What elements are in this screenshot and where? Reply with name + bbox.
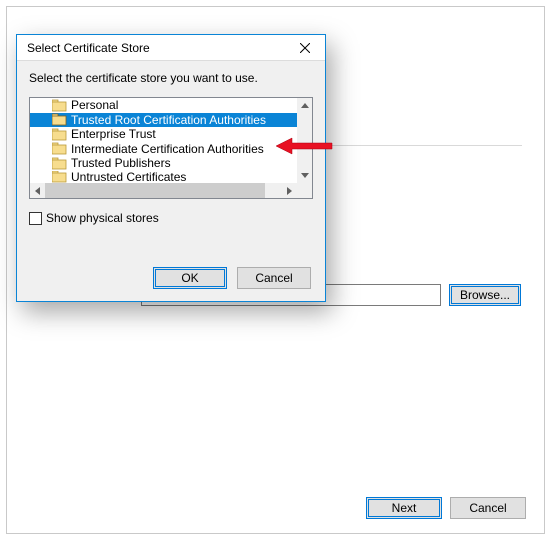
wizard-footer: Next Cancel bbox=[366, 497, 526, 519]
wizard-cancel-button[interactable]: Cancel bbox=[450, 497, 526, 519]
tree-item-label: Personal bbox=[71, 98, 118, 112]
folder-icon bbox=[52, 113, 67, 126]
ok-button[interactable]: OK bbox=[153, 267, 227, 289]
tree-items: Personal Trusted Root Certification Auth… bbox=[30, 98, 297, 183]
checkbox-icon bbox=[29, 212, 42, 225]
select-certificate-store-dialog: Select Certificate Store Select the cert… bbox=[16, 34, 326, 302]
next-button[interactable]: Next bbox=[366, 497, 442, 519]
dialog-body: Select the certificate store you want to… bbox=[17, 61, 325, 301]
show-physical-stores-checkbox[interactable]: Show physical stores bbox=[29, 211, 313, 225]
checkbox-label: Show physical stores bbox=[46, 211, 159, 225]
dialog-titlebar: Select Certificate Store bbox=[17, 35, 325, 61]
chevron-right-icon[interactable] bbox=[282, 183, 297, 198]
horizontal-scrollbar[interactable] bbox=[30, 183, 297, 198]
tree-item-label: Trusted Root Certification Authorities bbox=[71, 113, 266, 127]
scrollbar-corner bbox=[297, 183, 312, 198]
folder-icon bbox=[52, 142, 67, 155]
dialog-cancel-button[interactable]: Cancel bbox=[237, 267, 311, 289]
folder-icon bbox=[52, 99, 67, 112]
close-icon bbox=[300, 43, 310, 53]
tree-item-trusted-root[interactable]: Trusted Root Certification Authorities bbox=[30, 113, 297, 128]
scrollbar-thumb[interactable] bbox=[45, 183, 265, 198]
close-button[interactable] bbox=[291, 38, 319, 58]
tree-item-untrusted[interactable]: Untrusted Certificates bbox=[30, 171, 297, 183]
chevron-up-icon[interactable] bbox=[297, 98, 312, 113]
chevron-down-icon[interactable] bbox=[297, 168, 312, 183]
folder-icon bbox=[52, 157, 67, 170]
dialog-actions: OK Cancel bbox=[153, 267, 311, 289]
tree-item-intermediate[interactable]: Intermediate Certification Authorities bbox=[30, 142, 297, 157]
certificate-store-tree[interactable]: Personal Trusted Root Certification Auth… bbox=[29, 97, 313, 199]
folder-icon bbox=[52, 171, 67, 183]
dialog-title: Select Certificate Store bbox=[27, 41, 291, 55]
tree-item-label: Enterprise Trust bbox=[71, 127, 156, 141]
tree-item-enterprise-trust[interactable]: Enterprise Trust bbox=[30, 127, 297, 142]
tree-item-personal[interactable]: Personal bbox=[30, 98, 297, 113]
dialog-prompt: Select the certificate store you want to… bbox=[29, 71, 313, 85]
vertical-scrollbar[interactable] bbox=[297, 98, 312, 183]
folder-icon bbox=[52, 128, 67, 141]
tree-item-trusted-publishers[interactable]: Trusted Publishers bbox=[30, 156, 297, 171]
tree-item-label: Untrusted Certificates bbox=[71, 171, 186, 183]
tree-item-label: Trusted Publishers bbox=[71, 156, 171, 170]
browse-button[interactable]: Browse... bbox=[449, 284, 521, 306]
tree-item-label: Intermediate Certification Authorities bbox=[71, 142, 264, 156]
chevron-left-icon[interactable] bbox=[30, 183, 45, 198]
